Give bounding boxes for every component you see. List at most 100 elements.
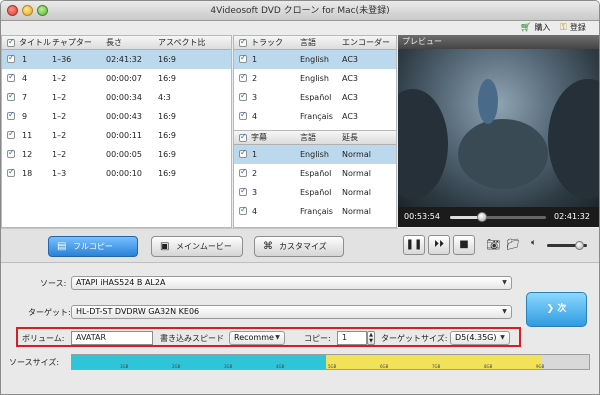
audio-track-encoder: AC3 xyxy=(342,93,359,102)
title-row[interactable]: 9 1–2 00:00:43 16:9 xyxy=(2,107,231,126)
title-row-checkbox[interactable] xyxy=(7,72,15,82)
subtitle-row[interactable]: 4 Français Normal xyxy=(234,202,396,221)
close-window-button[interactable] xyxy=(7,5,18,16)
title-chapters: 1–3 xyxy=(52,169,67,178)
title-length: 00:00:10 xyxy=(106,169,142,178)
preview-panel: プレビュー 00:53:54 02:41:32 xyxy=(398,35,599,227)
audio-track-row[interactable]: 1 English AC3 xyxy=(234,50,396,69)
source-select[interactable]: ATAPI iHAS524 B AL2A ▼ xyxy=(71,276,512,290)
subtitle-language: Español xyxy=(300,188,332,197)
subtitle-checkbox[interactable] xyxy=(239,186,247,196)
buy-button[interactable]: 🛒︎ 購入 xyxy=(520,22,550,33)
fast-forward-button[interactable]: ⏵⏵ xyxy=(428,235,450,255)
column-encoder[interactable]: エンコーダー xyxy=(342,36,390,50)
cart-icon: 🛒︎ xyxy=(520,22,532,33)
title-row[interactable]: 4 1–2 00:00:07 16:9 xyxy=(2,69,231,88)
title-length: 00:00:43 xyxy=(106,112,142,121)
subtitle-checkbox[interactable] xyxy=(239,148,247,158)
audio-track-row[interactable]: 3 Español AC3 xyxy=(234,88,396,107)
title-length: 02:41:32 xyxy=(106,55,142,64)
seek-handle[interactable] xyxy=(476,212,487,222)
title-number: 18 xyxy=(22,169,33,178)
column-extension[interactable]: 延長 xyxy=(342,131,358,145)
main-movie-button[interactable]: ▣ メインムービー xyxy=(151,236,243,257)
size-tick-label: 9GB xyxy=(536,364,545,369)
select-all-titles-checkbox[interactable] xyxy=(7,37,15,47)
copies-input[interactable]: 1 xyxy=(337,331,367,345)
target-value: HL-DT-ST DVDRW GA32N KE06 xyxy=(76,307,200,316)
column-chapter[interactable]: チャプター xyxy=(52,36,92,50)
snapshot-icon[interactable]: 📷︎ xyxy=(486,238,500,251)
title-aspect: 16:9 xyxy=(158,74,176,83)
subtitle-row[interactable]: 2 Español Normal xyxy=(234,164,396,183)
volume-handle[interactable] xyxy=(575,241,584,250)
target-select[interactable]: HL-DT-ST DVDRW GA32N KE06 ▼ xyxy=(71,305,512,319)
subtitle-row[interactable]: 3 Español Normal xyxy=(234,183,396,202)
volume-slider[interactable] xyxy=(547,241,587,250)
pause-icon: ❚❚ xyxy=(405,239,423,250)
title-row-checkbox[interactable] xyxy=(7,129,15,139)
title-row-checkbox[interactable] xyxy=(7,91,15,101)
audio-track-checkbox[interactable] xyxy=(239,91,247,101)
column-language[interactable]: 言語 xyxy=(300,131,316,145)
title-number: 4 xyxy=(22,74,28,83)
titles-table-header: タイトル チャプター 長さ アスペクト比 xyxy=(2,36,231,50)
title-number: 12 xyxy=(22,150,33,159)
volume-name-input[interactable]: AVATAR xyxy=(71,331,153,345)
title-row-checkbox[interactable] xyxy=(7,53,15,63)
zoom-window-button[interactable] xyxy=(37,5,48,16)
select-all-subtitles-checkbox[interactable] xyxy=(239,132,247,142)
title-row-checkbox[interactable] xyxy=(7,110,15,120)
next-label: 次 xyxy=(557,304,567,314)
stop-icon: ■ xyxy=(459,239,469,250)
title-row[interactable]: 12 1–2 00:00:05 16:9 xyxy=(2,145,231,164)
pause-button[interactable]: ❚❚ xyxy=(403,235,425,255)
next-button[interactable]: ❯ 次 xyxy=(526,292,587,327)
subtitle-checkbox[interactable] xyxy=(239,167,247,177)
title-length: 00:00:11 xyxy=(106,131,142,140)
audio-track-checkbox[interactable] xyxy=(239,72,247,82)
audio-track-checkbox[interactable] xyxy=(239,110,247,120)
top-toolbar: 🛒︎ 購入 ⚿ 登録 xyxy=(1,21,599,35)
copies-stepper[interactable]: ▲ ▼ xyxy=(367,331,375,345)
target-size-select[interactable]: D5(4.35G) ▼ xyxy=(450,331,510,345)
size-tick-label: 5GB xyxy=(328,364,337,369)
title-row[interactable]: 7 1–2 00:00:34 4:3 xyxy=(2,88,231,107)
title-chapters: 1–2 xyxy=(52,112,67,121)
select-all-audio-checkbox[interactable] xyxy=(239,37,247,47)
title-number: 7 xyxy=(22,93,28,102)
full-copy-button[interactable]: ▤ フルコピー xyxy=(48,236,138,257)
column-language[interactable]: 言語 xyxy=(300,36,316,50)
target-label: ターゲット: xyxy=(28,308,71,317)
column-subtitle[interactable]: 字幕 xyxy=(251,131,267,145)
customize-button[interactable]: ⌘ カスタマイズ xyxy=(254,236,344,257)
column-title[interactable]: タイトル xyxy=(19,36,51,50)
register-button[interactable]: ⚿ 登録 xyxy=(560,22,586,33)
audio-track-checkbox[interactable] xyxy=(239,53,247,63)
size-tick-label: 2GB xyxy=(172,364,181,369)
volume-icon: 🔈︎ xyxy=(531,238,537,248)
title-row[interactable]: 18 1–3 00:00:10 16:9 xyxy=(2,164,231,183)
audio-track-row[interactable]: 2 English AC3 xyxy=(234,69,396,88)
title-row[interactable]: 11 1–2 00:00:11 16:9 xyxy=(2,126,231,145)
stop-button[interactable]: ■ xyxy=(453,235,475,255)
minimize-window-button[interactable] xyxy=(22,5,33,16)
folder-icon[interactable]: 📁︎ xyxy=(506,238,520,251)
current-time: 00:53:54 xyxy=(404,212,440,221)
seek-track[interactable] xyxy=(450,212,546,222)
subtitle-row[interactable]: 1 English Normal xyxy=(234,145,396,164)
title-row-checkbox[interactable] xyxy=(7,148,15,158)
column-track[interactable]: トラック xyxy=(251,36,283,50)
subtitle-number: 4 xyxy=(252,207,258,216)
column-aspect[interactable]: アスペクト比 xyxy=(158,36,205,50)
audio-track-row[interactable]: 4 Français AC3 xyxy=(234,107,396,126)
audio-track-encoder: AC3 xyxy=(342,74,359,83)
subtitle-extension: Normal xyxy=(342,169,371,178)
title-row-checkbox[interactable] xyxy=(7,167,15,177)
subtitle-checkbox[interactable] xyxy=(239,205,247,215)
title-row[interactable]: 1 1–36 02:41:32 16:9 xyxy=(2,50,231,69)
column-length[interactable]: 長さ xyxy=(106,36,122,50)
main-movie-icon: ▣ xyxy=(160,241,170,252)
write-speed-select[interactable]: Recomme ▼ xyxy=(229,331,285,345)
source-size-label: ソースサイズ: xyxy=(9,358,60,367)
